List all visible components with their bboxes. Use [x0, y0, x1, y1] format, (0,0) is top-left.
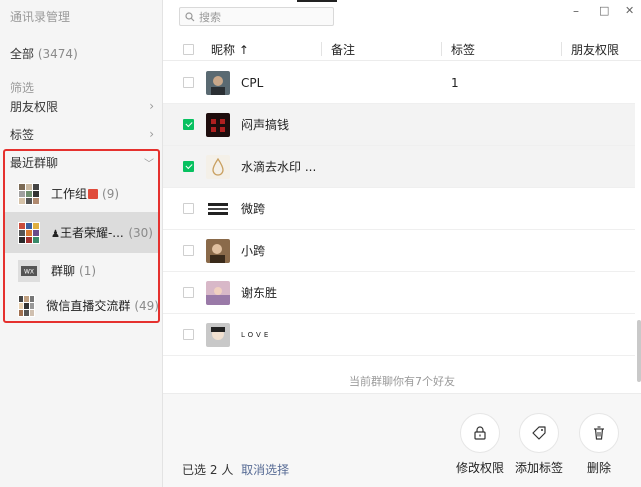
group-avatar: WX: [18, 259, 40, 282]
search-input[interactable]: 搜索: [179, 7, 334, 26]
chevron-right-icon: ›: [149, 127, 154, 141]
contact-name: LOVE: [241, 330, 272, 339]
close-button[interactable]: ✕: [625, 4, 634, 17]
column-divider: [561, 42, 562, 56]
group-avatar: [18, 221, 40, 244]
group-name-text: 王者荣耀-...: [59, 226, 124, 240]
chevron-down-icon: ﹀: [144, 159, 154, 170]
group-name: ♟王者荣耀-...: [51, 224, 124, 241]
group-name: 群聊: [51, 264, 76, 278]
avatar: [206, 196, 230, 221]
trash-icon: [579, 413, 619, 453]
group-item-work[interactable]: 工作组 (9): [4, 173, 159, 214]
table-row[interactable]: 水滴去水印 ...: [163, 146, 635, 188]
all-label: 全部: [10, 47, 35, 61]
group-item-honor-of-kings[interactable]: ♟王者荣耀-... (30): [4, 212, 159, 253]
row-checkbox[interactable]: [183, 161, 194, 172]
title-underline: [297, 0, 337, 2]
all-count: (3474): [37, 47, 78, 61]
contact-tag: 1: [451, 75, 459, 90]
sidebar: 通讯录管理 全部 (3474) 筛选 朋友权限 › 标签 › 最近群聊 ﹀ 工作…: [0, 0, 163, 487]
row-checkbox[interactable]: [183, 77, 194, 88]
clear-selection-link[interactable]: 取消选择: [241, 463, 289, 477]
row-checkbox[interactable]: [183, 203, 194, 214]
tag-icon: [519, 413, 559, 453]
selection-info: 已选 2 人 取消选择: [182, 461, 289, 478]
row-checkbox[interactable]: [183, 329, 194, 340]
tags-label: 标签: [10, 127, 35, 142]
column-tag[interactable]: 标签: [451, 41, 475, 58]
delete-button[interactable]: 删除: [569, 413, 629, 476]
avatar: [206, 322, 230, 347]
sidebar-item-all[interactable]: 全部 (3474): [10, 45, 78, 62]
table-row[interactable]: 小跨: [163, 230, 635, 272]
selected-prefix: 已选: [182, 463, 207, 477]
minimize-button[interactable]: –: [573, 4, 579, 18]
group-avatar: [18, 294, 36, 317]
svg-text:WX: WX: [24, 268, 34, 275]
filter-heading: 筛选: [10, 81, 35, 95]
friends-count-note: 当前群聊你有7个好友: [349, 375, 455, 388]
selected-unit: 人: [221, 463, 234, 477]
avatar: [206, 112, 230, 137]
maximize-button[interactable]: □: [599, 4, 609, 17]
column-divider: [441, 42, 442, 56]
contact-name: 闷声搞钱: [241, 118, 290, 132]
contact-name: 微跨: [241, 202, 266, 216]
group-count: (9): [102, 186, 120, 201]
contact-name: 水滴去水印 ...: [241, 160, 317, 174]
group-name: 微信直播交流群: [46, 299, 131, 313]
column-divider: [321, 42, 322, 56]
group-count: (30): [128, 225, 153, 240]
table-header: 昵称 ↑ 备注 标签 朋友权限: [163, 39, 641, 61]
table-row[interactable]: LOVE: [163, 314, 635, 356]
main-panel: 搜索 – □ ✕ 昵称 ↑ 备注 标签 朋友权限 CPL 1 闷声搞钱 水滴去水…: [163, 0, 641, 487]
recent-groups-label: 最近群聊: [10, 156, 59, 170]
group-count: (1): [79, 263, 97, 278]
contact-name: 谢东胜: [241, 286, 278, 300]
contact-name: CPL: [241, 75, 264, 90]
red-envelope-icon: [88, 188, 99, 199]
column-nickname[interactable]: 昵称 ↑: [211, 41, 249, 58]
row-checkbox[interactable]: [183, 119, 194, 130]
game-icon: ♟: [51, 229, 60, 240]
add-tag-label: 添加标签: [514, 461, 563, 475]
avatar: [206, 154, 230, 179]
column-remark[interactable]: 备注: [331, 41, 355, 58]
add-tag-button[interactable]: 添加标签: [509, 413, 569, 476]
group-count: (49): [134, 298, 159, 313]
action-footer: 已选 2 人 取消选择 修改权限 添加标签 删除: [163, 393, 641, 487]
group-name: 工作组: [51, 187, 88, 201]
edit-permission-button[interactable]: 修改权限: [450, 413, 510, 476]
search-icon: [185, 11, 195, 21]
chevron-right-icon: ›: [149, 99, 154, 113]
group-avatar: [18, 182, 40, 205]
avatar: [206, 70, 230, 95]
table-row[interactable]: 谢东胜: [163, 272, 635, 314]
sidebar-item-tags[interactable]: 标签 ›: [10, 124, 154, 144]
contact-name: 小跨: [241, 244, 266, 258]
sidebar-item-friend-permission[interactable]: 朋友权限 ›: [10, 96, 154, 116]
search-placeholder: 搜索: [199, 10, 221, 24]
table-row[interactable]: CPL 1: [163, 62, 635, 104]
column-permission[interactable]: 朋友权限: [571, 41, 619, 58]
friend-permission-label: 朋友权限: [10, 99, 59, 114]
select-all-checkbox[interactable]: [183, 44, 194, 55]
row-checkbox[interactable]: [183, 287, 194, 298]
avatar: [206, 280, 230, 305]
row-checkbox[interactable]: [183, 245, 194, 256]
edit-permission-label: 修改权限: [455, 461, 504, 475]
delete-label: 删除: [586, 461, 611, 475]
recent-groups-header[interactable]: 最近群聊 ﹀: [10, 154, 154, 171]
lock-icon: [460, 413, 500, 453]
group-item-wechat-live[interactable]: 微信直播交流群 (49): [4, 285, 159, 326]
table-row[interactable]: 微跨: [163, 188, 635, 230]
avatar: [206, 238, 230, 263]
table-row[interactable]: 闷声搞钱: [163, 104, 635, 146]
selected-count: 2: [209, 463, 218, 477]
sidebar-title: 通讯录管理: [10, 10, 71, 24]
